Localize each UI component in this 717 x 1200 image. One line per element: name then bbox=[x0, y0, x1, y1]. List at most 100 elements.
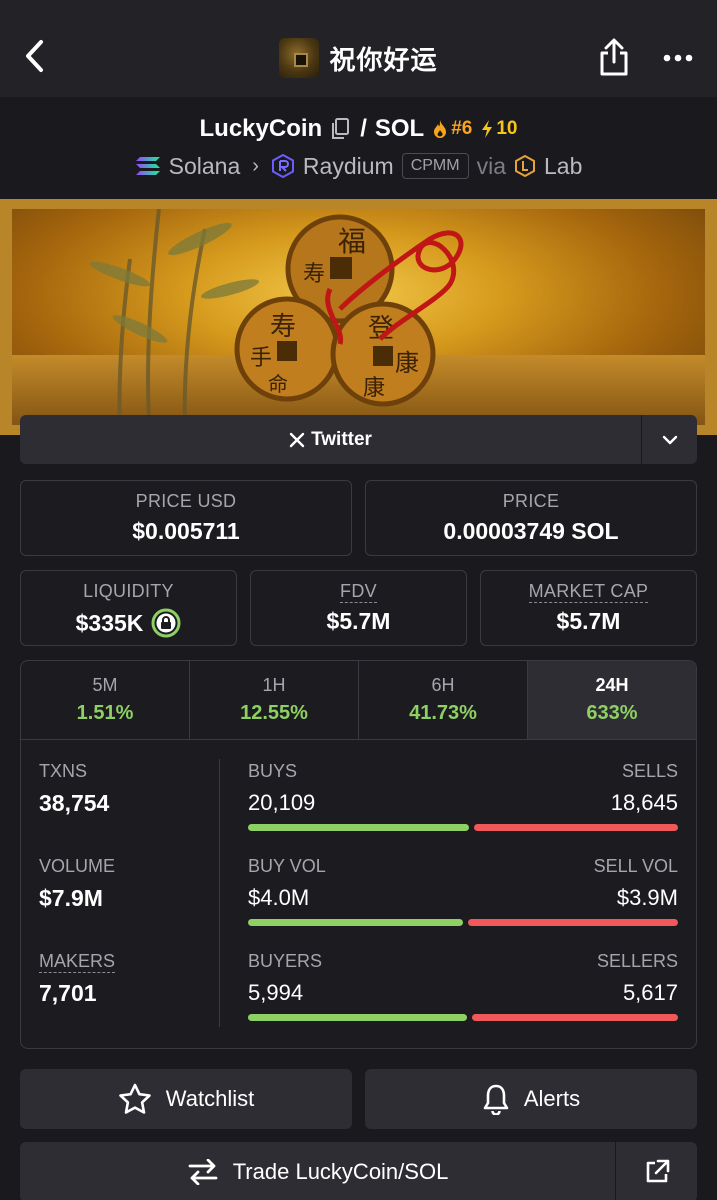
buyers-value: 5,994 bbox=[248, 980, 304, 1005]
column-divider bbox=[219, 759, 220, 1027]
makers-label: MAKERS bbox=[39, 951, 116, 973]
split-column: BUYS SELLS 20,109 18,645 BUY VOL SELL VOL $… bbox=[248, 761, 678, 1046]
share-button[interactable] bbox=[594, 36, 634, 78]
twitter-link-button[interactable]: Twitter bbox=[20, 415, 641, 464]
swap-arrows-icon bbox=[188, 1159, 218, 1185]
buyers-bar bbox=[248, 1014, 468, 1021]
mcap-label-wrap: MARKET CAP bbox=[481, 581, 696, 603]
top-bar: 祝你好运 bbox=[0, 0, 717, 97]
external-link-icon bbox=[646, 1159, 669, 1183]
tab-change: 633% bbox=[586, 702, 638, 724]
makers-metric[interactable]: MAKERS 7,701 bbox=[39, 951, 219, 1046]
makers-label-wrap: MAKERS bbox=[39, 951, 219, 973]
rank-value: #6 bbox=[451, 118, 473, 139]
tab-1h[interactable]: 1H 12.55% bbox=[190, 661, 359, 739]
share-icon bbox=[600, 38, 628, 76]
tab-5m[interactable]: 5M 1.51% bbox=[21, 661, 190, 739]
sells-bar bbox=[473, 824, 678, 831]
launchpad-icon bbox=[514, 155, 535, 177]
boost-count[interactable]: 10 bbox=[480, 118, 517, 140]
trading-stats-panel: 5M 1.51% 1H 12.55% 6H 41.73% 24H 633% TX… bbox=[20, 660, 697, 1049]
price-native-card: PRICE 0.00003749 SOL bbox=[365, 480, 697, 556]
price-native-value: 0.00003749 SOL bbox=[443, 518, 619, 544]
buy-vol-value: $4.0M bbox=[248, 885, 310, 910]
buys-value: 20,109 bbox=[248, 790, 316, 815]
sellers-label: SELLERS bbox=[596, 951, 678, 971]
tab-label: 5M bbox=[92, 675, 118, 695]
volume-bar bbox=[248, 919, 678, 926]
sells-label: SELLS bbox=[621, 761, 678, 781]
trending-rank[interactable]: #6 bbox=[432, 118, 472, 140]
alerts-button[interactable]: Alerts bbox=[365, 1069, 697, 1129]
tab-24h[interactable]: 24H 633% bbox=[528, 661, 696, 739]
market-cap-label: MARKET CAP bbox=[528, 581, 649, 603]
price-usd-value: $0.005711 bbox=[132, 518, 240, 544]
makers-value: 7,701 bbox=[39, 980, 97, 1006]
base-token-name: LuckyCoin bbox=[199, 115, 323, 142]
raydium-icon bbox=[271, 154, 294, 178]
chevron-right-icon: › bbox=[252, 154, 259, 177]
pair-header: LuckyCoin / SOL #6 10 bbox=[0, 112, 717, 146]
timeframe-tabs: 5M 1.51% 1H 12.55% 6H 41.73% 24H 633% bbox=[21, 661, 696, 740]
tab-change: 41.73% bbox=[409, 702, 477, 724]
sellers-value: 5,617 bbox=[622, 980, 678, 1005]
chain-link[interactable]: Solana bbox=[169, 153, 241, 180]
sells-value: 18,645 bbox=[610, 790, 678, 815]
sell-vol-value: $3.9M bbox=[616, 885, 678, 910]
fdv-value: $5.7M bbox=[326, 608, 391, 634]
banner-frame bbox=[0, 199, 717, 435]
liquidity-label: LIQUIDITY bbox=[83, 581, 174, 601]
more-horizontal-icon bbox=[663, 54, 693, 62]
more-links-dropdown[interactable] bbox=[641, 415, 697, 464]
liquidity-card: LIQUIDITY $335K bbox=[20, 570, 237, 646]
open-external-button[interactable] bbox=[615, 1142, 697, 1200]
dex-link[interactable]: Raydium bbox=[303, 153, 394, 180]
liquidity-value-row: $335K bbox=[21, 608, 236, 638]
fdv-label-wrap: FDV bbox=[251, 581, 466, 603]
volume-label: VOLUME bbox=[39, 856, 116, 876]
volume-split: BUY VOL SELL VOL $4.0M $3.9M bbox=[248, 856, 678, 951]
tab-6h[interactable]: 6H 41.73% bbox=[359, 661, 528, 739]
watchlist-button[interactable]: Watchlist bbox=[20, 1069, 352, 1129]
sellers-bar bbox=[472, 1014, 678, 1021]
sell-vol-label: SELL VOL bbox=[593, 856, 678, 876]
buyers-sellers-split: BUYERS SELLERS 5,994 5,617 bbox=[248, 951, 678, 1046]
trade-bar: Trade LuckyCoin/SOL bbox=[20, 1142, 697, 1200]
buyers-label: BUYERS bbox=[248, 951, 323, 971]
buy-vol-label: BUY VOL bbox=[248, 856, 326, 876]
more-options-button[interactable] bbox=[656, 38, 700, 78]
tab-label: 6H bbox=[431, 675, 455, 695]
alerts-label: Alerts bbox=[523, 1086, 581, 1111]
buys-sells-bar bbox=[248, 824, 678, 831]
twitter-label: Twitter bbox=[311, 428, 372, 450]
trade-label: Trade LuckyCoin/SOL bbox=[232, 1159, 449, 1184]
lightning-icon bbox=[482, 120, 493, 138]
via-label: via bbox=[476, 152, 506, 179]
pool-type-badge: CPMM bbox=[401, 153, 469, 179]
pair-separator: / bbox=[360, 115, 367, 142]
tab-label: 24H bbox=[595, 675, 629, 695]
price-usd-card: PRICE USD $0.005711 bbox=[20, 480, 352, 556]
fdv-card[interactable]: FDV $5.7M bbox=[250, 570, 467, 646]
copy-icon[interactable] bbox=[330, 118, 352, 140]
chain-breadcrumb: Solana › Raydium CPMM via Lab bbox=[0, 150, 717, 182]
buyers-sellers-bar bbox=[248, 1014, 678, 1021]
social-links-bar: Twitter bbox=[20, 415, 697, 464]
volume-value: $7.9M bbox=[39, 885, 103, 911]
fdv-label: FDV bbox=[340, 581, 377, 603]
tab-change: 1.51% bbox=[76, 702, 134, 724]
volume-metric: VOLUME $7.9M bbox=[39, 856, 219, 951]
txns-value: 38,754 bbox=[39, 790, 110, 816]
lock-icon[interactable] bbox=[151, 608, 181, 638]
totals-column: TXNS 38,754 VOLUME $7.9M MAKERS 7,701 bbox=[39, 761, 219, 1046]
launchpad-link[interactable]: Lab bbox=[544, 153, 582, 180]
solana-icon bbox=[135, 157, 160, 175]
buys-bar bbox=[248, 824, 469, 831]
buys-sells-split: BUYS SELLS 20,109 18,645 bbox=[248, 761, 678, 856]
liquidity-value: $335K bbox=[75, 609, 144, 636]
bell-icon bbox=[483, 1084, 509, 1115]
price-native-label: PRICE bbox=[502, 491, 560, 511]
market-cap-card[interactable]: MARKET CAP $5.7M bbox=[480, 570, 697, 646]
trade-button[interactable]: Trade LuckyCoin/SOL bbox=[20, 1142, 615, 1200]
star-icon bbox=[118, 1083, 151, 1114]
